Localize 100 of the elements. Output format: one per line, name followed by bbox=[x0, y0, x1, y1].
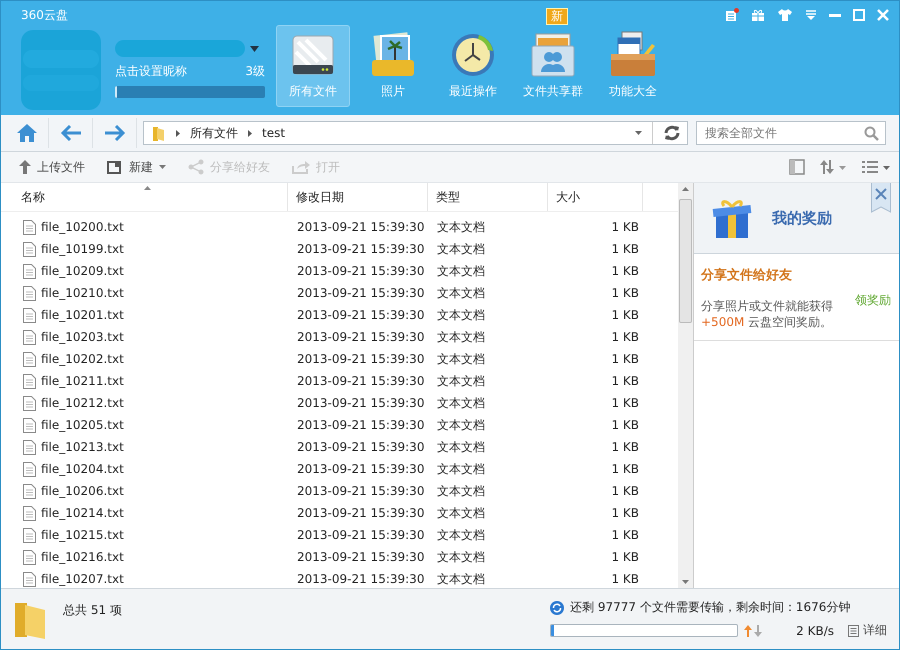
table-cell-text: 2013-09-21 15:39:30 bbox=[296, 418, 426, 432]
file-name[interactable]: file_10211.txt bbox=[41, 374, 124, 388]
table-cell-text: 1 KB bbox=[610, 484, 640, 498]
file-name[interactable]: file_10210.txt bbox=[41, 286, 124, 300]
caret-icon[interactable] bbox=[250, 46, 259, 52]
table-cell-text: 1 KB bbox=[610, 528, 640, 542]
forward-icon bbox=[104, 125, 126, 141]
column-header[interactable]: 大小 bbox=[548, 183, 643, 211]
list-icon bbox=[848, 624, 859, 636]
sync-icon bbox=[550, 600, 564, 614]
app-title: 360云盘 bbox=[21, 8, 68, 22]
table-cell-text: 1 KB bbox=[610, 330, 640, 344]
gift-icon[interactable] bbox=[751, 8, 765, 22]
text-file-icon bbox=[23, 396, 36, 410]
file-name[interactable]: file_10213.txt bbox=[41, 440, 124, 454]
sort-icon[interactable] bbox=[819, 159, 847, 175]
table-cell-text: 1 KB bbox=[610, 352, 640, 366]
column-header[interactable]: 类型 bbox=[428, 183, 548, 211]
close-icon[interactable] bbox=[871, 183, 891, 213]
file-name[interactable]: file_10202.txt bbox=[41, 352, 124, 366]
table-cell-text: 文本文档 bbox=[436, 548, 486, 566]
text-file-icon bbox=[23, 418, 36, 432]
breadcrumb-item[interactable]: 所有文件 bbox=[190, 124, 238, 142]
notice-icon[interactable] bbox=[725, 8, 739, 22]
breadcrumb-item[interactable]: test bbox=[262, 126, 286, 140]
new-window-icon bbox=[107, 160, 123, 174]
file-name[interactable]: file_10212.txt bbox=[41, 396, 124, 410]
transfer-speed: 2 KB/s bbox=[795, 624, 834, 638]
table-cell-text: 文本文档 bbox=[436, 284, 486, 302]
shirt-icon[interactable] bbox=[777, 8, 793, 22]
file-name[interactable]: file_10201.txt bbox=[41, 308, 124, 322]
file-name[interactable]: file_10216.txt bbox=[41, 550, 124, 564]
table-cell-text: 2013-09-21 15:39:30 bbox=[296, 440, 426, 454]
table-cell-text: 文本文档 bbox=[436, 262, 486, 280]
column-header[interactable]: 修改日期 bbox=[288, 183, 428, 211]
table-cell-text: 1 KB bbox=[610, 506, 640, 520]
caret-icon[interactable] bbox=[635, 131, 642, 135]
list-view-icon[interactable] bbox=[861, 159, 891, 175]
text-file-icon bbox=[23, 550, 36, 564]
text-file-icon bbox=[23, 484, 36, 498]
table-cell-text: 文本文档 bbox=[436, 504, 486, 522]
menu-icon[interactable] bbox=[805, 9, 817, 21]
table-cell-text: 1 KB bbox=[610, 572, 640, 586]
table-cell-text: 文本文档 bbox=[436, 328, 486, 346]
toolbar-button[interactable]: 新建 bbox=[103, 158, 170, 176]
back-icon bbox=[60, 125, 82, 141]
text-file-icon bbox=[23, 330, 36, 344]
file-name[interactable]: file_10209.txt bbox=[41, 264, 124, 278]
scrollbar[interactable] bbox=[678, 183, 694, 588]
table-cell-text: 2013-09-21 15:39:30 bbox=[296, 484, 426, 498]
table-cell-text: 2013-09-21 15:39:30 bbox=[296, 374, 426, 388]
table-cell-text: 2013-09-21 15:39:30 bbox=[296, 308, 426, 322]
table-cell-text: 1 KB bbox=[610, 396, 640, 410]
table-cell-text: 2013-09-21 15:39:30 bbox=[296, 352, 426, 366]
file-name[interactable]: file_10200.txt bbox=[41, 220, 124, 234]
table-cell-text: 2013-09-21 15:39:30 bbox=[296, 264, 426, 278]
text-file-icon bbox=[23, 506, 36, 520]
file-name[interactable]: file_10206.txt bbox=[41, 484, 124, 498]
file-name[interactable]: file_10199.txt bbox=[41, 242, 124, 256]
nickname-field[interactable] bbox=[115, 40, 245, 57]
upload-icon bbox=[19, 160, 31, 174]
text-file-icon bbox=[23, 528, 36, 542]
search-icon[interactable] bbox=[864, 126, 879, 140]
text-file-icon bbox=[23, 462, 36, 476]
text-file-icon bbox=[23, 308, 36, 322]
table-cell-text: 2013-09-21 15:39:30 bbox=[296, 220, 426, 234]
scroll-up-icon[interactable] bbox=[682, 187, 689, 191]
sort-arrow-icon bbox=[144, 186, 151, 190]
file-name[interactable]: file_10205.txt bbox=[41, 418, 124, 432]
table-cell-text: 1 KB bbox=[610, 220, 640, 234]
user-level: 3级 bbox=[245, 63, 265, 80]
search-field[interactable]: 搜索全部文件 bbox=[703, 125, 864, 141]
address-bar[interactable]: 所有文件 test bbox=[143, 121, 688, 145]
maximize-icon[interactable] bbox=[853, 9, 865, 21]
file-name[interactable]: file_10215.txt bbox=[41, 528, 124, 542]
table-cell-text: 2013-09-21 15:39:30 bbox=[296, 528, 426, 542]
scroll-down-icon[interactable] bbox=[682, 580, 689, 584]
table-cell-text: 文本文档 bbox=[436, 240, 486, 258]
photo-folder-icon bbox=[369, 30, 417, 78]
file-name[interactable]: file_10204.txt bbox=[41, 462, 124, 476]
text-file-icon bbox=[23, 286, 36, 300]
toolbar-button[interactable]: 上传文件 bbox=[15, 158, 89, 176]
refresh-icon[interactable] bbox=[663, 124, 681, 142]
file-name[interactable]: file_10203.txt bbox=[41, 330, 124, 344]
share-icon bbox=[188, 159, 204, 175]
table-cell-text: 2013-09-21 15:39:30 bbox=[296, 572, 426, 586]
file-name[interactable]: file_10207.txt bbox=[41, 572, 124, 586]
text-file-icon bbox=[23, 242, 36, 256]
toolbox-icon bbox=[608, 30, 658, 78]
table-cell-text: 文本文档 bbox=[436, 438, 486, 456]
table-cell-text: 文本文档 bbox=[436, 394, 486, 412]
table-cell-text: 文本文档 bbox=[436, 372, 486, 390]
folder-icon bbox=[152, 125, 166, 141]
open-icon bbox=[292, 160, 310, 174]
table-cell-text: 文本文档 bbox=[436, 416, 486, 434]
preview-pane-icon[interactable] bbox=[789, 159, 805, 175]
file-name[interactable]: file_10214.txt bbox=[41, 506, 124, 520]
table-cell-text: 1 KB bbox=[610, 242, 640, 256]
search-box[interactable]: 搜索全部文件 bbox=[696, 121, 886, 145]
details-button[interactable]: 详细 bbox=[848, 622, 887, 639]
